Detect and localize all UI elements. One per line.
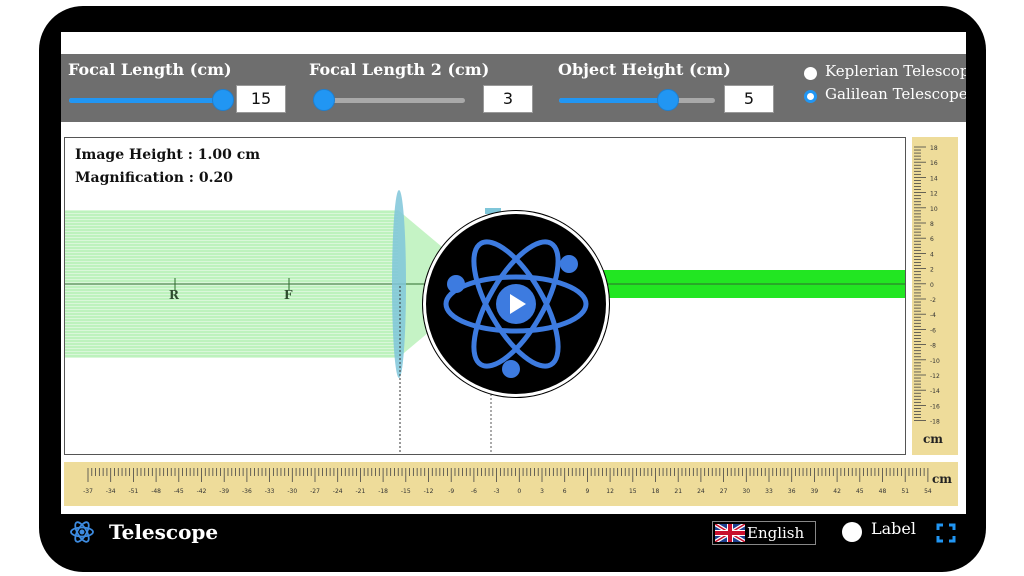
vertical-ruler-tick-label: -10 — [930, 358, 940, 365]
vertical-ruler-tick-label: -14 — [930, 388, 940, 395]
focal-length-2-slider[interactable] — [313, 89, 465, 111]
horizontal-ruler-tick-label: -30 — [287, 488, 297, 495]
vertical-ruler-tick-label: -8 — [930, 343, 936, 350]
vertical-ruler-unit: cm — [923, 432, 944, 446]
horizontal-ruler-tick-label: -39 — [219, 488, 229, 495]
footer-bar: Telescope English Label — [39, 514, 986, 554]
horizontal-ruler-tick-label: 3 — [540, 488, 544, 495]
object-height-slider-knob[interactable] — [657, 89, 679, 111]
fullscreen-icon[interactable] — [936, 523, 956, 543]
atom-play-icon[interactable] — [426, 214, 606, 394]
object-height-input[interactable]: 5 — [724, 85, 774, 113]
horizontal-ruler-tick-label: 51 — [901, 488, 909, 495]
horizontal-ruler-tick-label: -27 — [310, 488, 320, 495]
vertical-ruler-tick-label: -18 — [930, 419, 940, 426]
horizontal-ruler-tick-label: 27 — [720, 488, 728, 495]
vertical-ruler-tick-label: -4 — [930, 312, 936, 319]
play-overlay[interactable] — [423, 211, 609, 397]
language-selector[interactable]: English — [712, 521, 816, 545]
horizontal-ruler-tick-label: -45 — [174, 488, 184, 495]
horizontal-ruler-tick-label: -15 — [401, 488, 411, 495]
horizontal-ruler-tick-label: 21 — [674, 488, 682, 495]
galilean-radio-label[interactable]: Galilean Telescope — [825, 85, 966, 103]
galilean-radio[interactable] — [804, 90, 817, 103]
horizontal-ruler-tick-label: -33 — [265, 488, 275, 495]
horizontal-ruler-tick-label: 9 — [585, 488, 589, 495]
object-height-slider-fill — [559, 98, 669, 103]
vertical-ruler-tick-label: -12 — [930, 373, 940, 380]
horizontal-ruler-tick-label: 33 — [765, 488, 773, 495]
atom-icon — [70, 521, 94, 543]
vertical-ruler-tick-label: -16 — [930, 403, 940, 410]
vertical-ruler-tick-label: 8 — [930, 221, 934, 228]
horizontal-ruler-tick-label: 48 — [879, 488, 887, 495]
horizontal-ruler-tick-label: -21 — [355, 488, 365, 495]
control-panel: Focal Length (cm) 15 Focal Length 2 (cm)… — [61, 54, 966, 122]
horizontal-ruler-tick-label: -36 — [242, 488, 252, 495]
horizontal-ruler-tick-label: 54 — [924, 488, 932, 495]
point-f-label: F — [284, 288, 293, 302]
horizontal-ruler-tick-label: -24 — [333, 488, 343, 495]
horizontal-ruler-scale: -37 -34 -51 -48 -45 -42 -39 -36 -33 -30 -27 -24 -21-… — [83, 468, 932, 495]
vertical-ruler: 18 16 14 12 10 8 6 4 2 0 -2 -4 -6 -8 -10 -12 -14 -16 -18 c… — [912, 137, 958, 455]
horizontal-ruler-tick-label: -42 — [197, 488, 207, 495]
horizontal-ruler-tick-label: 24 — [697, 488, 705, 495]
focal-length-input[interactable]: 15 — [236, 85, 286, 113]
horizontal-ruler-tick-label: -18 — [378, 488, 388, 495]
point-r-label: R — [169, 288, 179, 302]
uk-flag-icon — [715, 524, 745, 542]
vertical-ruler-tick-label: -2 — [930, 297, 936, 304]
focal-length-2-input[interactable]: 3 — [483, 85, 533, 113]
horizontal-ruler-tick-label: 30 — [742, 488, 750, 495]
horizontal-ruler-tick-label: 0 — [517, 488, 521, 495]
vertical-ruler-scale: 18 16 14 12 10 8 6 4 2 0 -2 -4 -6 -8 -10 -12 -14 -16 -18 — [914, 145, 940, 426]
label-toggle-text[interactable]: Label — [871, 519, 916, 538]
image-height-readout: Image Height : 1.00 cm — [75, 147, 261, 163]
object-height-slider[interactable] — [559, 89, 715, 111]
horizontal-ruler-unit: cm — [932, 472, 953, 486]
horizontal-ruler-tick-label: -51 — [128, 488, 138, 495]
focal-length-2-slider-knob[interactable] — [313, 89, 335, 111]
focal-length-slider[interactable] — [69, 89, 234, 111]
vertical-ruler-tick-label: 18 — [930, 145, 938, 152]
keplerian-radio-label[interactable]: Keplerian Telescope — [825, 62, 966, 80]
horizontal-ruler-tick-label: 12 — [606, 488, 614, 495]
horizontal-ruler-tick-label: -48 — [151, 488, 161, 495]
magnification-readout: Magnification : 0.20 — [75, 170, 233, 186]
horizontal-ruler-tick-label: -34 — [106, 488, 116, 495]
keplerian-radio[interactable] — [804, 67, 817, 80]
vertical-ruler-tick-label: -6 — [930, 327, 936, 334]
horizontal-ruler-tick-label: -37 — [83, 488, 93, 495]
horizontal-ruler-tick-label: 42 — [833, 488, 841, 495]
horizontal-ruler-tick-label: 36 — [788, 488, 796, 495]
vertical-ruler-tick-label: 2 — [930, 267, 934, 274]
vertical-ruler-tick-label: 4 — [930, 251, 934, 258]
horizontal-ruler-tick-label: -3 — [494, 488, 500, 495]
language-label[interactable]: English — [747, 524, 804, 542]
vertical-ruler-tick-label: 6 — [930, 236, 934, 243]
horizontal-ruler-tick-label: 6 — [563, 488, 567, 495]
focal-length-2-label: Focal Length 2 (cm) — [309, 60, 490, 79]
app-title: Telescope — [109, 520, 219, 544]
vertical-ruler-tick-label: 0 — [930, 282, 934, 289]
object-height-label: Object Height (cm) — [558, 60, 731, 79]
horizontal-ruler-tick-label: -9 — [448, 488, 454, 495]
horizontal-ruler-tick-label: 39 — [811, 488, 819, 495]
vertical-ruler-tick-label: 12 — [930, 191, 938, 198]
horizontal-ruler-tick-label: -12 — [424, 488, 434, 495]
horizontal-ruler: -37 -34 -51 -48 -45 -42 -39 -36 -33 -30 -27 -24 -21-… — [64, 462, 958, 506]
horizontal-ruler-tick-label: 18 — [652, 488, 660, 495]
focal-length-slider-knob[interactable] — [212, 89, 234, 111]
vertical-ruler-tick-label: 10 — [930, 206, 938, 213]
horizontal-ruler-tick-label: -6 — [471, 488, 477, 495]
vertical-ruler-tick-label: 16 — [930, 160, 938, 167]
horizontal-ruler-tick-label: 15 — [629, 488, 637, 495]
focal-length-slider-fill — [69, 98, 221, 103]
horizontal-ruler-tick-label: 45 — [856, 488, 864, 495]
focal-length-label: Focal Length (cm) — [68, 60, 232, 79]
objective-lens[interactable] — [392, 190, 406, 378]
vertical-ruler-tick-label: 14 — [930, 175, 938, 182]
label-toggle[interactable] — [842, 522, 862, 542]
